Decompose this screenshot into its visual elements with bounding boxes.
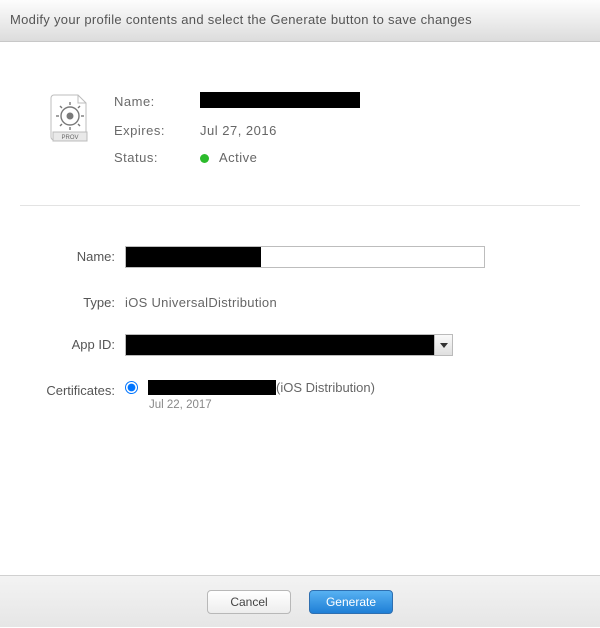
edit-form: Name: Type: iOS UniversalDistribution Ap… (0, 206, 600, 455)
form-name-label: Name: (20, 246, 125, 264)
summary-status-label: Status: (114, 150, 194, 165)
form-certificates-label: Certificates: (20, 380, 125, 398)
generate-button[interactable]: Generate (309, 590, 393, 614)
summary-name-label: Name: (114, 94, 194, 109)
certificate-date: Jul 22, 2017 (149, 399, 375, 411)
provisioning-profile-icon: PROV (50, 94, 90, 142)
summary-expires-value: Jul 27, 2016 (200, 123, 360, 138)
certificate-name-redacted (148, 380, 276, 395)
appid-select[interactable] (125, 334, 453, 356)
form-appid-label: App ID: (20, 334, 125, 352)
summary-status-value: Active (200, 150, 360, 165)
summary-expires-label: Expires: (114, 123, 194, 138)
footer-bar: Cancel Generate (0, 575, 600, 627)
svg-text:PROV: PROV (61, 135, 78, 141)
cancel-button[interactable]: Cancel (207, 590, 291, 614)
certificate-type: (iOS Distribution) (276, 380, 375, 395)
chevron-down-icon (434, 335, 452, 355)
status-dot-icon (200, 154, 209, 163)
form-type-label: Type: (20, 292, 125, 310)
form-type-value: iOS UniversalDistribution (125, 292, 277, 310)
certificate-radio[interactable] (125, 381, 138, 394)
page-instruction: Modify your profile contents and select … (0, 0, 600, 42)
profile-summary: PROV Name: Expires: Jul 27, 2016 Status:… (0, 42, 600, 205)
summary-name-value (200, 92, 360, 111)
name-input[interactable] (125, 246, 485, 268)
